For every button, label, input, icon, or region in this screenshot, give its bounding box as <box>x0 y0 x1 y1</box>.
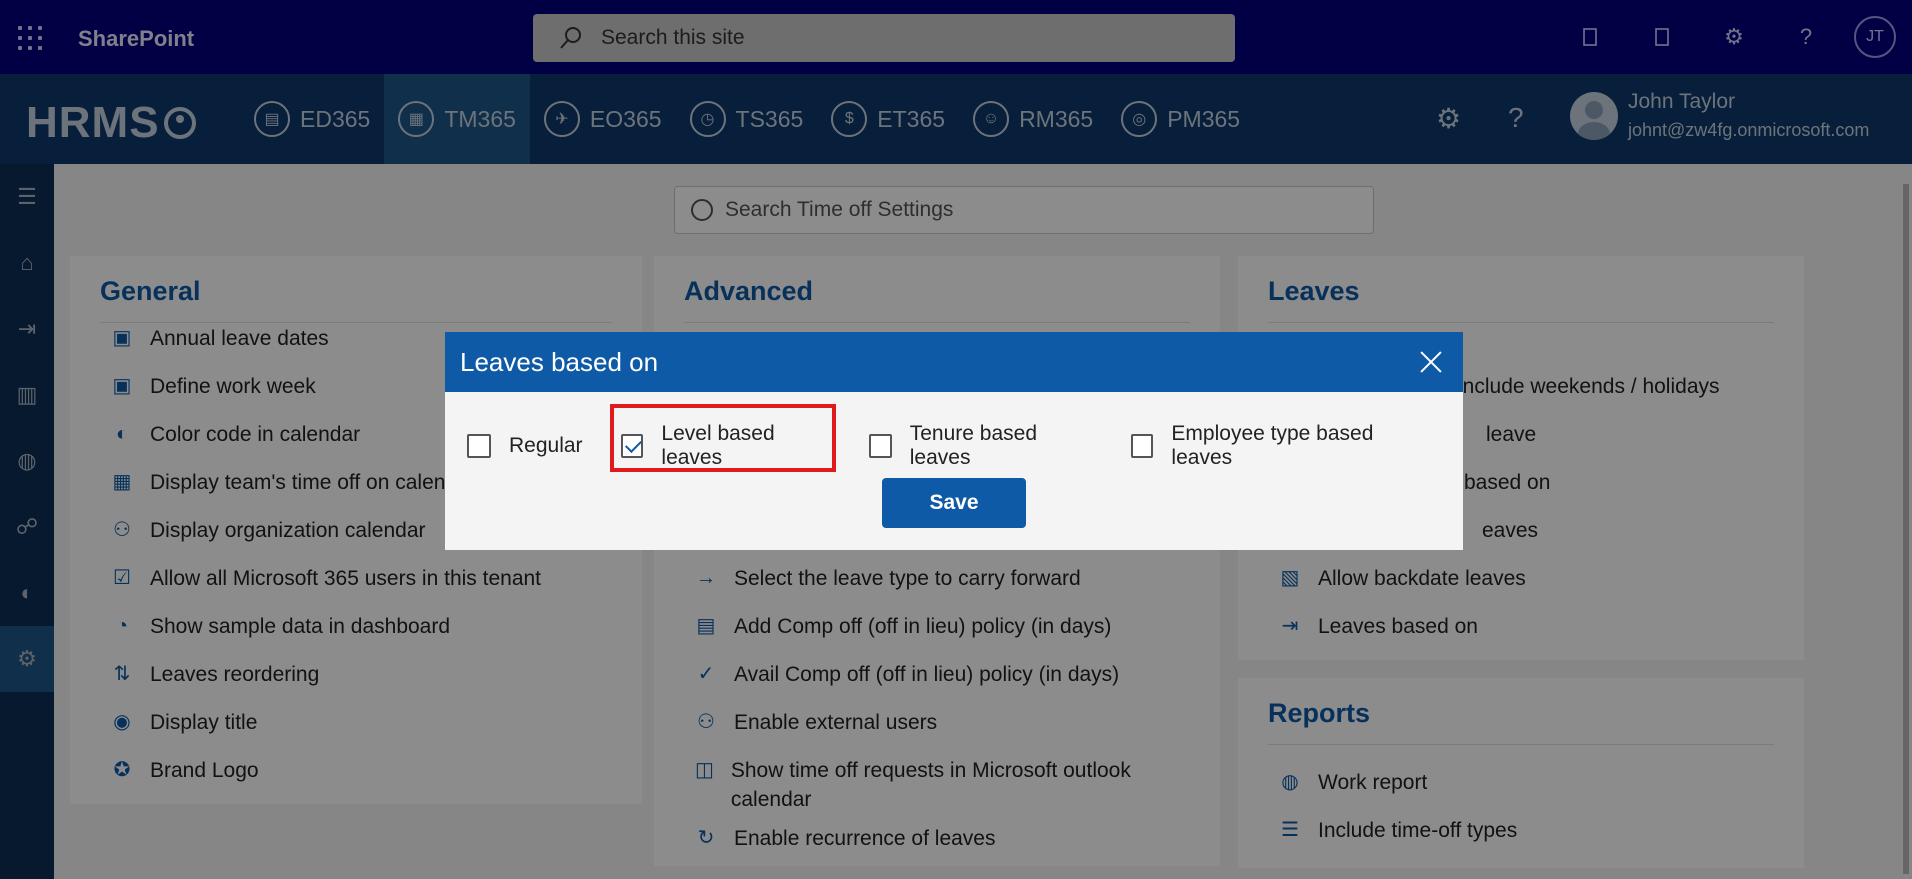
option-tenure-based[interactable]: Tenure based leaves <box>868 422 1093 470</box>
option-level-based[interactable]: Level based leaves <box>620 422 831 470</box>
dialog-header: Leaves based on <box>445 332 1463 392</box>
employee-type-checkbox[interactable] <box>1130 434 1154 458</box>
dialog-title: Leaves based on <box>460 346 659 377</box>
options-row: Regular Level based leaves Tenure based … <box>467 422 1463 470</box>
option-regular[interactable]: Regular <box>467 434 583 458</box>
tenure-based-checkbox[interactable] <box>868 434 892 458</box>
save-button[interactable]: Save <box>882 478 1026 528</box>
option-employee-type-based[interactable]: Employee type based leaves <box>1130 422 1425 470</box>
level-based-checkbox[interactable] <box>620 434 644 458</box>
close-icon[interactable] <box>1413 344 1449 380</box>
regular-checkbox[interactable] <box>467 434 491 458</box>
